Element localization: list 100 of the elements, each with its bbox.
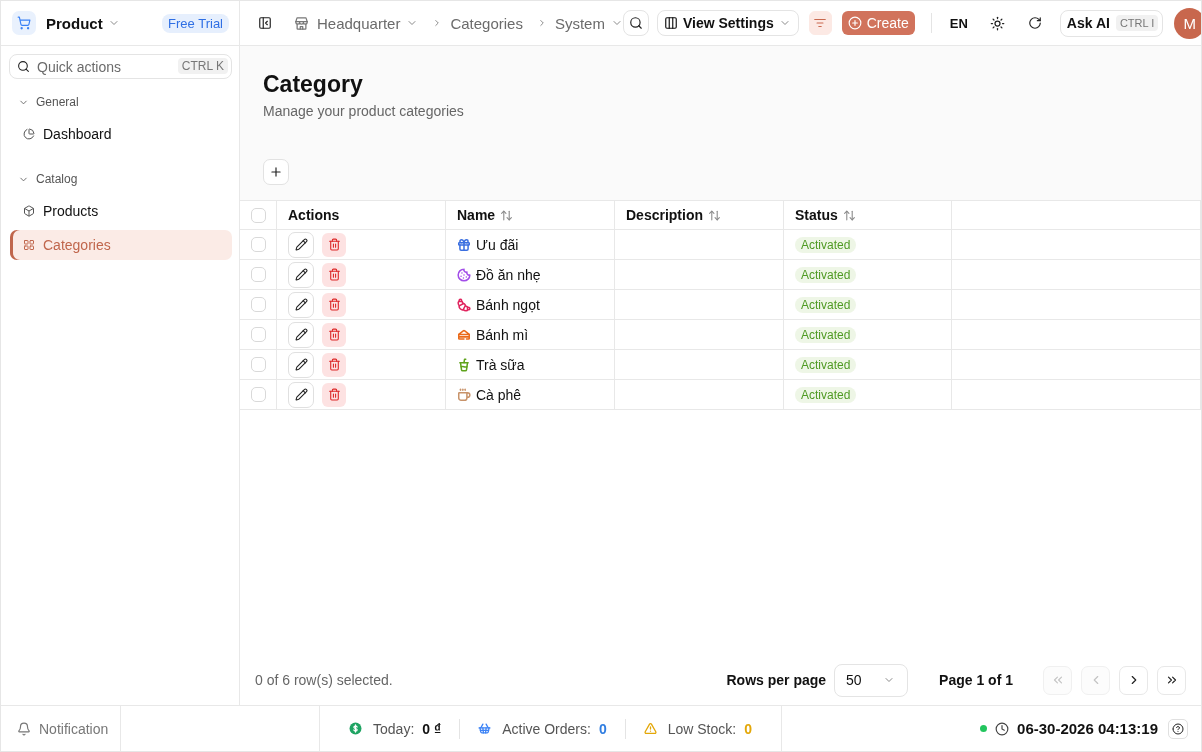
plus-circle-icon [847,16,862,30]
search-icon [17,60,30,73]
user-avatar[interactable]: M [1174,7,1201,39]
row-checkbox[interactable] [250,387,266,402]
trash-icon [327,268,341,281]
delete-button[interactable] [322,292,346,317]
group-header[interactable]: General [9,94,79,110]
last-page-button[interactable] [1157,665,1186,695]
status-badge: Activated [795,236,857,253]
shortcut-hint: CTRL K [177,58,228,74]
ask-ai-button[interactable]: Ask AI CTRL I [1059,9,1164,37]
stat-value: 0 ₫ [422,720,442,737]
pencil-icon [294,268,308,281]
stat-value: 0 [598,720,607,737]
status-badge: Activated [795,356,857,373]
sun-icon[interactable] [989,15,1005,31]
shortcut-hint: CTRL I [1115,15,1159,31]
stat-label: Low Stock: [667,720,737,737]
category-name: Ưu đãi [476,236,519,253]
select-all-checkbox[interactable] [250,207,266,223]
category-name: Bánh ngọt [476,296,540,313]
stat-value: 0 [744,720,752,737]
edit-button[interactable] [288,231,314,258]
page-title: Category [263,70,363,99]
category-name: Trà sữa [476,356,525,373]
column-header[interactable]: Description [615,201,784,230]
help-icon [1172,722,1184,735]
pencil-icon [294,298,308,311]
sidebar-toggle-icon[interactable] [258,16,272,30]
edit-button[interactable] [288,351,314,378]
edit-button[interactable] [288,321,314,348]
category-name: Đồ ăn nhẹ [476,266,541,283]
pencil-icon [294,238,308,251]
sort-icon [842,208,856,222]
column-header[interactable]: Status [784,201,952,230]
free-trial-badge: Free Trial [162,13,229,33]
current-datetime: 06-30-2026 04:13:19 [1017,720,1158,737]
sidebar-item[interactable]: Dashboard [10,119,232,149]
delete-button[interactable] [322,382,346,407]
sidebar-item[interactable]: Categories [10,230,232,260]
column-header[interactable]: Name [446,201,615,230]
status-badge: Activated [795,296,857,313]
row-checkbox[interactable] [250,357,266,372]
row-checkbox[interactable] [250,267,266,282]
breadcrumb-link[interactable]: System [554,14,623,32]
trash-icon [327,328,341,341]
edit-button[interactable] [288,381,314,408]
group-header[interactable]: Catalog [9,171,78,187]
row-checkbox[interactable] [250,327,266,342]
product-switcher[interactable]: Product [46,14,120,32]
trash-icon [327,298,341,311]
sidebar-item[interactable]: Products [10,196,232,226]
category-name: Bánh mì [476,326,529,343]
breadcrumb-link[interactable]: Categories [450,14,523,32]
clock-icon [995,721,1010,736]
search-button[interactable] [622,10,649,36]
sort-icon [500,208,514,222]
column-header[interactable]: Actions [277,201,446,230]
notification-button[interactable]: Notification [1,706,121,751]
bell-icon [17,721,31,736]
pencil-icon [294,358,308,371]
filter-button[interactable] [808,11,832,35]
workspace-dropdown[interactable]: Headquarter [294,14,419,32]
trash-icon [327,238,341,251]
grid-icon [23,239,35,251]
add-button[interactable] [263,159,289,185]
refresh-icon[interactable] [1027,16,1042,30]
store-icon [294,15,309,31]
sort-icon [708,208,721,222]
category-name: Cà phê [476,386,522,403]
view-settings-button[interactable]: View Settings [656,10,799,36]
search-icon [628,16,643,30]
page-subtitle: Manage your product categories [263,102,464,120]
pie-chart-icon [23,128,35,140]
delete-button[interactable] [322,232,346,257]
delete-button[interactable] [322,322,346,347]
delete-button[interactable] [322,352,346,377]
filter-icon [813,16,828,30]
page-indicator: Page 1 of 1 [939,672,1013,688]
row-checkbox[interactable] [250,297,266,312]
edit-button[interactable] [288,291,314,318]
rows-per-page-label: Rows per page [726,672,827,688]
selection-summary: 0 of 6 row(s) selected. [255,672,393,688]
stat-label: Active Orders: [502,720,591,737]
status-badge: Activated [795,326,857,343]
language-button[interactable]: EN [941,11,976,35]
edit-button[interactable] [288,261,314,288]
trash-icon [327,358,341,371]
rows-per-page-select[interactable]: 50 [834,663,909,697]
trash-icon [327,388,341,401]
box-icon [23,205,35,217]
help-button[interactable] [1168,718,1188,739]
status-badge: Activated [795,266,857,283]
status-badge: Activated [795,386,857,403]
row-checkbox[interactable] [250,237,266,252]
delete-button[interactable] [322,262,346,287]
columns-icon [663,16,678,30]
pencil-icon [294,328,308,341]
cart-icon [12,11,36,35]
plus-icon [269,165,283,179]
